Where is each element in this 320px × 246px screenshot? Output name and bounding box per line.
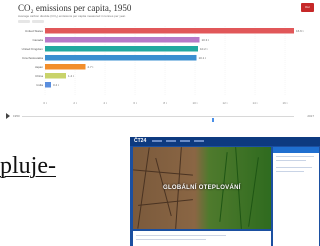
soil-crack bbox=[137, 147, 150, 229]
x-tick-label: 0 t bbox=[43, 101, 47, 105]
value-label: 2.7 t bbox=[88, 65, 94, 69]
nav-item[interactable] bbox=[194, 140, 204, 142]
category-label: India bbox=[36, 83, 43, 87]
video-player[interactable]: GLOBÁLNÍ OTEPLOVÁNÍ bbox=[133, 147, 271, 229]
sidebar-line bbox=[276, 167, 312, 168]
category-label: United States bbox=[25, 29, 44, 33]
value-label: 0.4 t bbox=[53, 83, 59, 87]
sidebar-line bbox=[276, 171, 304, 172]
value-label: 10.2 t bbox=[200, 47, 208, 51]
nav-item[interactable] bbox=[180, 140, 190, 142]
x-tick-label: 2 t bbox=[73, 101, 77, 105]
nav-item[interactable] bbox=[166, 140, 176, 142]
owid-logo: Our World in Data bbox=[301, 3, 314, 27]
play-icon[interactable] bbox=[6, 113, 10, 119]
chart-title: CO₂ emissions per capita, 1950 bbox=[18, 3, 132, 13]
caption-line bbox=[136, 235, 226, 236]
chart-subtitle: Average carbon dioxide (CO₂) emissions p… bbox=[18, 14, 126, 18]
video-sidebar bbox=[273, 147, 319, 246]
timeline-end-year: 2017 bbox=[307, 114, 314, 118]
video-caption bbox=[133, 231, 271, 246]
value-label: 1.4 t bbox=[68, 74, 74, 78]
ct24-logo: ČT24 bbox=[134, 138, 147, 144]
video-nav[interactable] bbox=[152, 140, 204, 142]
bar bbox=[45, 46, 198, 52]
x-tick-label: 14 t bbox=[252, 101, 257, 105]
video-topbar: ČT24 bbox=[130, 137, 320, 146]
category-label: China bbox=[35, 74, 43, 78]
sidebar-tab[interactable] bbox=[273, 147, 319, 153]
x-tick-label: 4 t bbox=[103, 101, 107, 105]
timeline-playbar[interactable]: 1950 2017 bbox=[6, 112, 314, 122]
bar bbox=[45, 55, 197, 61]
category-label: Canada bbox=[32, 38, 43, 42]
x-tick-label: 10 t bbox=[192, 101, 197, 105]
timeline-slider[interactable] bbox=[22, 116, 294, 122]
sidebar-line bbox=[276, 160, 306, 161]
category-label: Japan bbox=[35, 65, 44, 69]
category-label: United Kingdom bbox=[22, 47, 44, 51]
soil-crack bbox=[133, 169, 193, 176]
sidebar-line bbox=[276, 156, 314, 157]
caption-line bbox=[136, 239, 206, 240]
nav-item[interactable] bbox=[152, 140, 162, 142]
category-label: Czechoslovakia bbox=[22, 56, 43, 60]
timeline-handle[interactable] bbox=[212, 118, 215, 122]
value-label: 10.1 t bbox=[199, 56, 207, 60]
video-screenshot: ČT24 GLOBÁLNÍ OTEPLOVÁNÍ bbox=[130, 137, 320, 246]
chart-screenshot: CO₂ emissions per capita, 1950 Average c… bbox=[0, 0, 320, 125]
bar bbox=[45, 28, 294, 34]
timeline-start-year: 1950 bbox=[13, 114, 20, 118]
bar-chart: 0 t 2 t 4 t 6 t 8 t 10 t 12 t 14 t 16 t United St… bbox=[22, 26, 304, 105]
value-label: 16.6 t bbox=[296, 29, 304, 33]
bar bbox=[45, 37, 200, 43]
x-tick-label: 8 t bbox=[163, 101, 167, 105]
x-tick-label: 16 t bbox=[282, 101, 287, 105]
x-tick-label: 12 t bbox=[222, 101, 227, 105]
grass-blade bbox=[248, 157, 259, 227]
partial-word: pluje- bbox=[0, 153, 56, 179]
bar bbox=[45, 82, 51, 88]
bar bbox=[45, 64, 86, 70]
bar bbox=[45, 73, 66, 79]
value-label: 10.3 t bbox=[202, 38, 210, 42]
x-tick-label: 6 t bbox=[133, 101, 137, 105]
video-title: GLOBÁLNÍ OTEPLOVÁNÍ bbox=[163, 185, 241, 191]
